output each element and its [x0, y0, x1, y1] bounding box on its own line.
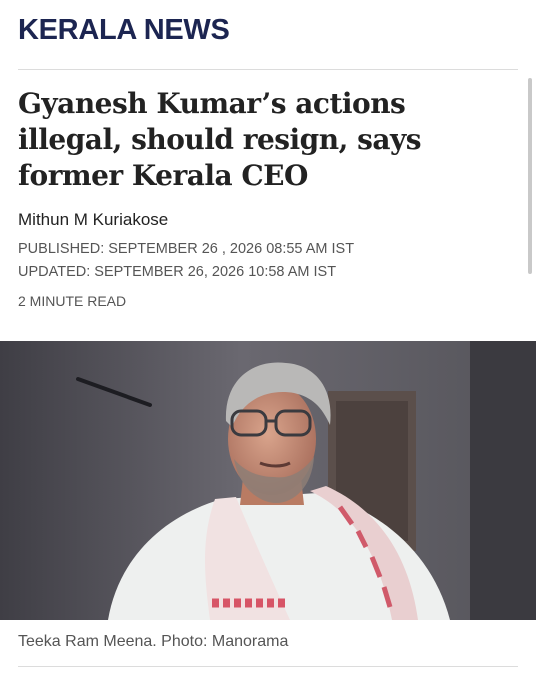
author-link[interactable]: Mithun M Kuriakose	[18, 210, 168, 230]
read-time: 2 MINUTE READ	[18, 293, 127, 309]
section-title[interactable]: KERALA NEWS	[18, 14, 230, 47]
updated-timestamp: UPDATED: SEPTEMBER 26, 2026 10:58 AM IST	[18, 264, 337, 280]
article-headline: Gyanesh Kumar’s actions illegal, should …	[18, 87, 422, 192]
caption-divider	[18, 666, 518, 667]
header-divider	[18, 69, 518, 70]
scrollbar[interactable]	[528, 78, 532, 274]
article-photo	[0, 341, 536, 620]
photo-illustration	[0, 341, 536, 620]
photo-caption: Teeka Ram Meena. Photo: Manorama	[18, 633, 289, 650]
published-timestamp: PUBLISHED: SEPTEMBER 26 , 2026 08:55 AM …	[18, 241, 355, 257]
